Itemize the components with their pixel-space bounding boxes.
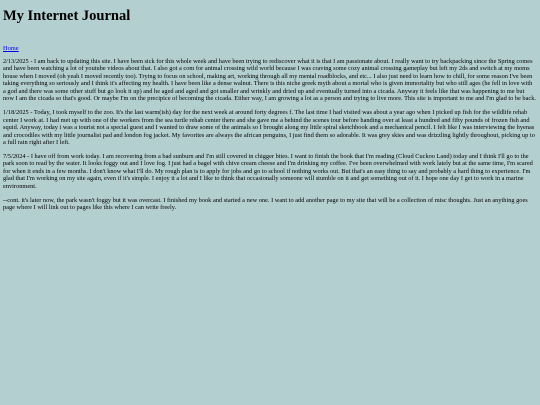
page-title: My Internet Journal	[3, 8, 131, 24]
journal-entry: 2/13/2025 - I am back to updating this s…	[3, 58, 536, 103]
journal-entry: --cont. it's later now, the park wasn't …	[3, 196, 528, 212]
home-link[interactable]: Home	[3, 45, 19, 52]
journal-entry: 1/18/2025 - Today, I took myself to the …	[3, 109, 535, 147]
journal-entry: 7/5/2024 - I have off from work today. I…	[3, 152, 533, 190]
page: My Internet Journal Home 2/13/2025 - I a…	[0, 0, 540, 212]
